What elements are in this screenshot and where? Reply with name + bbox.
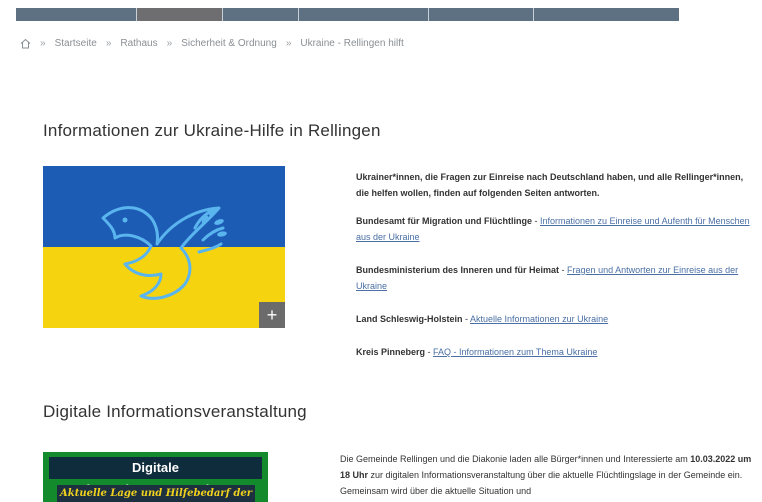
event-banner-image[interactable]: Digitale Informationsveranstaltung Aktue… bbox=[43, 452, 268, 502]
nav-item[interactable] bbox=[223, 8, 299, 21]
link-pinneberg-faq[interactable]: FAQ - Informationen zum Thema Ukraine bbox=[433, 347, 597, 357]
breadcrumb-separator: » bbox=[166, 37, 173, 49]
org-name: Kreis Pinneberg bbox=[356, 347, 426, 357]
nav-item[interactable] bbox=[299, 8, 429, 21]
org-name: Bundesamt für Migration und Flüchtlinge bbox=[356, 216, 532, 226]
event-banner-title: Digitale Informationsveranstaltung bbox=[49, 457, 262, 497]
nav-item-active[interactable] bbox=[137, 8, 223, 21]
event-text-part1: Die Gemeinde Rellingen und die Diakonie … bbox=[340, 454, 691, 464]
event-description: Die Gemeinde Rellingen und die Diakonie … bbox=[340, 451, 760, 499]
breadcrumb-separator: » bbox=[105, 37, 112, 49]
expand-image-button[interactable]: + bbox=[259, 302, 285, 328]
breadcrumb-rathaus[interactable]: Rathaus bbox=[120, 38, 157, 49]
top-navigation-bar bbox=[16, 8, 679, 21]
breadcrumb: » Startseite » Rathaus » Sicherheit & Or… bbox=[20, 36, 404, 50]
separator-text: - bbox=[425, 347, 434, 357]
separator-text: - bbox=[462, 314, 471, 324]
separator-text: - bbox=[559, 265, 568, 275]
separator-text: - bbox=[532, 216, 540, 226]
info-item-bamf: Bundesamt für Migration und Flüchtlinge … bbox=[356, 213, 762, 245]
section-heading-event: Digitale Informationsveranstaltung bbox=[43, 402, 307, 421]
breadcrumb-separator: » bbox=[40, 37, 46, 49]
nav-item[interactable] bbox=[534, 8, 679, 21]
ukraine-intro-text: Ukrainer*innen, die Fragen zur Einreise … bbox=[356, 172, 744, 198]
section-heading-ukraine: Informationen zur Ukraine-Hilfe in Relli… bbox=[43, 121, 381, 140]
info-item-bmi: Bundesministerium des Inneren und für He… bbox=[356, 262, 756, 294]
ukraine-flag-image[interactable]: + bbox=[43, 166, 285, 328]
nav-item[interactable] bbox=[16, 8, 137, 21]
org-name: Land Schleswig-Holstein bbox=[356, 314, 463, 324]
breadcrumb-startseite[interactable]: Startseite bbox=[55, 38, 97, 49]
breadcrumb-separator: » bbox=[285, 37, 292, 49]
nav-item[interactable] bbox=[429, 8, 534, 21]
home-icon[interactable] bbox=[20, 38, 31, 49]
info-item-schleswig-holstein: Land Schleswig-Holstein - Aktuelle Infor… bbox=[356, 311, 756, 327]
breadcrumb-sicherheit-ordnung[interactable]: Sicherheit & Ordnung bbox=[181, 38, 277, 49]
event-banner-subtitle: Aktuelle Lage und Hilfebedarf der bbox=[57, 485, 255, 502]
breadcrumb-current-page: Ukraine - Rellingen hilft bbox=[300, 37, 404, 49]
dove-icon bbox=[101, 206, 227, 300]
event-text-part2: zur digitalen Informationsveranstaltung … bbox=[340, 470, 743, 496]
link-sh-info[interactable]: Aktuelle Informationen zur Ukraine bbox=[470, 314, 608, 324]
org-name: Bundesministerium des Inneren und für He… bbox=[356, 265, 560, 275]
info-item-kreis-pinneberg: Kreis Pinneberg - FAQ - Informationen zu… bbox=[356, 344, 756, 360]
